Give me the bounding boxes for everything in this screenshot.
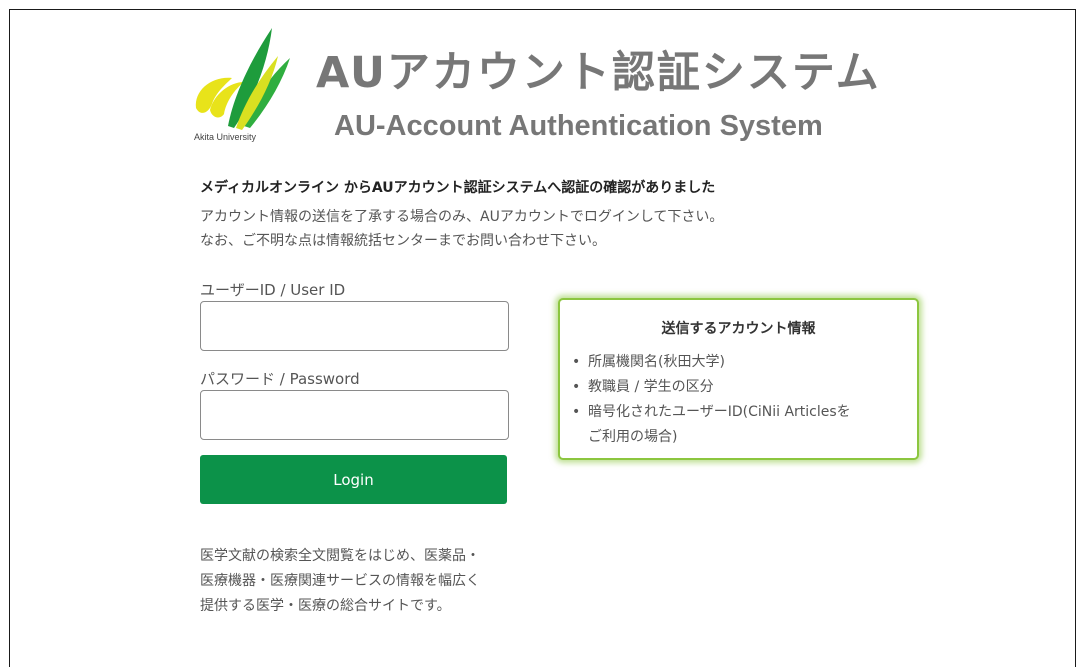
- confirmation-line-1: アカウント情報の送信を了承する場合のみ、AUアカウントでログインして下さい。: [200, 209, 724, 225]
- list-item-text: 所属機関名(秋田大学): [588, 354, 725, 370]
- account-info-list: • 所属機関名(秋田大学) • 教職員 / 学生の区分 • 暗号化されたユーザー…: [570, 350, 851, 450]
- confirmation-heading: メディカルオンライン からAUアカウント認証システムへ認証の確認がありました: [200, 180, 716, 196]
- logo-mark-icon: [195, 28, 290, 130]
- list-item: • 暗号化されたユーザーID(CiNii Articlesを ご利用の場合): [570, 400, 851, 450]
- user-id-label: ユーザーID / User ID: [200, 281, 346, 299]
- account-info-box: 送信するアカウント情報 • 所属機関名(秋田大学) • 教職員 / 学生の区分 …: [558, 298, 919, 460]
- service-note-line-3: 提供する医学・医療の総合サイトです。: [200, 598, 451, 614]
- user-id-input[interactable]: [200, 301, 509, 351]
- login-button[interactable]: Login: [200, 455, 507, 504]
- list-item-text: 教職員 / 学生の区分: [588, 379, 714, 395]
- password-label: パスワード / Password: [200, 370, 360, 388]
- list-item: • 教職員 / 学生の区分: [570, 375, 851, 400]
- logo-caption: Akita University: [194, 132, 257, 142]
- bullet-icon: •: [572, 404, 581, 420]
- confirmation-line-2: なお、ご不明な点は情報統括センターまでお問い合わせ下さい。: [200, 233, 606, 249]
- password-input[interactable]: [200, 390, 509, 440]
- akita-university-logo: Akita University: [190, 24, 302, 148]
- bullet-icon: •: [572, 379, 581, 395]
- service-note-line-1: 医学文献の検索全文閲覧をはじめ、医薬品・: [200, 548, 480, 564]
- list-item-text: 暗号化されたユーザーID(CiNii Articlesを: [588, 404, 851, 420]
- system-title-jp: AUアカウント認証システム: [316, 48, 881, 98]
- service-note-line-2: 医療機器・医療関連サービスの情報を幅広く: [200, 573, 480, 589]
- system-title-en: AU-Account Authentication System: [334, 110, 823, 142]
- account-info-title: 送信するアカウント情報: [661, 321, 816, 337]
- list-item-text-continued: ご利用の場合): [588, 429, 678, 445]
- list-item: • 所属機関名(秋田大学): [570, 350, 851, 375]
- bullet-icon: •: [572, 354, 581, 370]
